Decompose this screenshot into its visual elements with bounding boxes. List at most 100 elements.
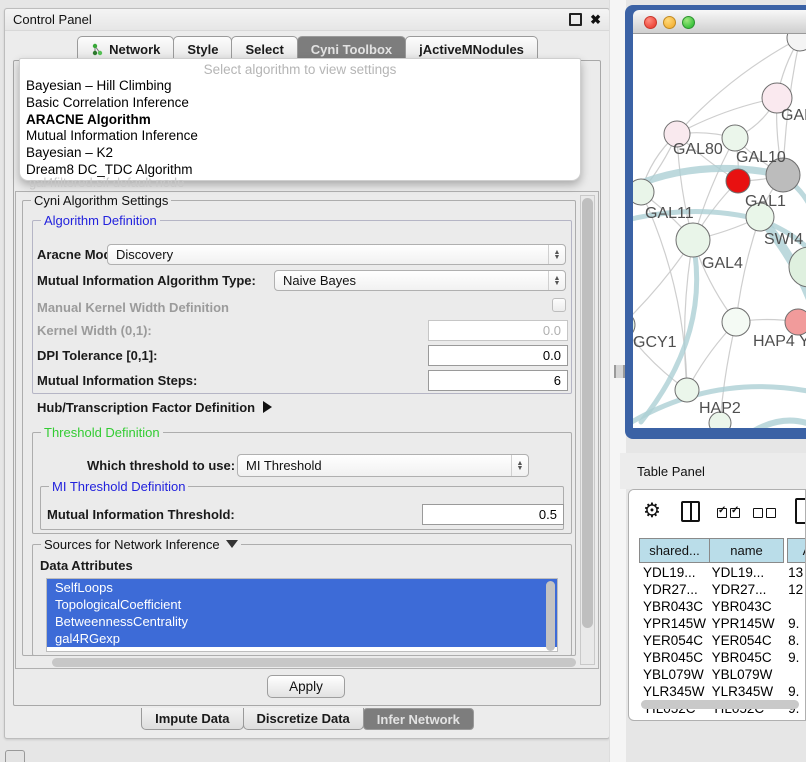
mi-type-label: Mutual Information Algorithm Type:	[37, 273, 256, 288]
tab-label: Network	[109, 42, 160, 57]
table-cell: YER054C	[639, 633, 708, 648]
algorithm-dropdown: Select algorithm to view settings Bayesi…	[19, 58, 581, 181]
apply-button[interactable]: Apply	[267, 675, 345, 698]
table-row[interactable]: YBL079WYBL079W	[639, 666, 806, 683]
mi-threshold-field[interactable]: 0.5	[422, 504, 564, 525]
table-cell: YPR145W	[708, 616, 781, 631]
network-node[interactable]	[675, 378, 699, 402]
table-row[interactable]: YER054CYER054C8.	[639, 632, 806, 649]
sources-group-title[interactable]: Sources for Network Inference	[41, 537, 241, 552]
algorithm-option[interactable]: Basic Correlation Inference	[20, 95, 580, 112]
column-header[interactable]: shared...	[639, 538, 710, 563]
algorithm-option[interactable]: ARACNE Algorithm	[20, 112, 580, 129]
table-cell: 13	[780, 565, 806, 580]
column-header[interactable]: A	[787, 538, 806, 563]
chevron-right-icon	[263, 401, 272, 413]
mi-steps-field[interactable]: 6	[428, 370, 568, 391]
network-node[interactable]	[676, 223, 710, 257]
splitter-grip-icon[interactable]	[614, 365, 625, 378]
network-node[interactable]	[787, 34, 806, 51]
algorithm-option[interactable]: Mutual Information Inference	[20, 128, 580, 145]
checked-box-icon	[717, 508, 727, 518]
table-row[interactable]: YBR043CYBR043C	[639, 598, 806, 615]
desktop: Control Panel ✖ Network Style Select Cyn…	[0, 0, 806, 762]
table-horizontal-scrollbar[interactable]	[641, 700, 799, 709]
node-label: HAP2	[699, 400, 741, 417]
dpi-tolerance-label: DPI Tolerance [0,1]:	[37, 348, 157, 363]
show-columns-icon[interactable]	[717, 508, 740, 518]
export-table-icon[interactable]	[795, 498, 806, 524]
minimize-traffic-icon[interactable]	[663, 16, 676, 29]
bottom-left-dock-icon[interactable]	[5, 750, 25, 762]
attribute-item-selected[interactable]: gal4RGexp	[47, 630, 557, 647]
attribute-item-selected[interactable]: SelfLoops	[47, 579, 557, 596]
panel-splitter[interactable]	[609, 0, 626, 762]
table-cell: YBR043C	[639, 599, 708, 614]
column-header[interactable]: name	[709, 538, 784, 563]
data-attributes-list[interactable]: SelfLoopsTopologicalCoefficientBetweenne…	[46, 578, 558, 652]
which-threshold-combo[interactable]: MI Threshold ▲▼	[237, 454, 529, 477]
algorithm-option[interactable]: Dream8 DC_TDC Algorithm	[20, 162, 580, 179]
network-canvas[interactable]: GAL7GAL80GAL10GAL1GAL11SWI4GAL4GCY1HAP4Y…	[633, 34, 806, 428]
attribute-item-selected[interactable]: BetweennessCentrality	[47, 613, 557, 630]
close-traffic-icon[interactable]	[644, 16, 657, 29]
table-panel: ⚙ shared...nameA YDL19...YDL19...13YDR27…	[628, 489, 806, 721]
table-row[interactable]: YPR145WYPR145W9.	[639, 615, 806, 632]
table-cell: YER054C	[708, 633, 781, 648]
which-threshold-label: Which threshold to use:	[87, 458, 235, 473]
hide-columns-icon[interactable]	[753, 508, 776, 518]
manual-kernel-checkbox[interactable]	[552, 298, 566, 312]
gear-icon[interactable]: ⚙	[643, 501, 661, 521]
network-node[interactable]	[722, 125, 748, 151]
network-window: GAL7GAL80GAL10GAL1GAL11SWI4GAL4GCY1HAP4Y…	[625, 5, 806, 439]
float-window-icon[interactable]	[569, 13, 582, 26]
algorithm-option[interactable]: Bayesian – Hill Climbing	[20, 78, 580, 95]
combo-arrows-icon: ▲▼	[511, 455, 528, 476]
network-node[interactable]	[633, 179, 654, 205]
algorithm-option[interactable]: Bayesian – K2	[20, 145, 580, 162]
node-label: Y	[799, 333, 806, 350]
group-title: MI Threshold Definition	[49, 479, 188, 494]
node-label: HAP4	[753, 333, 795, 350]
table-cell: 8.	[780, 633, 806, 648]
zoom-traffic-icon[interactable]	[682, 16, 695, 29]
columns-icon[interactable]	[681, 501, 700, 522]
tab-label: Select	[245, 42, 283, 57]
tab-impute-data[interactable]: Impute Data	[141, 708, 243, 730]
network-node[interactable]	[785, 309, 806, 335]
node-label: GAL11	[645, 205, 694, 222]
mi-type-value: Naive Bayes	[283, 273, 356, 288]
network-edge-thick[interactable]	[749, 421, 806, 428]
scrollbar-thumb[interactable]	[582, 198, 593, 628]
dpi-tolerance-field[interactable]: 0.0	[428, 345, 568, 366]
tab-discretize-data[interactable]: Discretize Data	[243, 708, 364, 730]
table-row[interactable]: YDR27...YDR27...12	[639, 581, 806, 598]
node-label: GAL4	[702, 255, 743, 272]
network-node[interactable]	[726, 169, 750, 193]
horizontal-scrollbar[interactable]	[52, 658, 576, 667]
combo-arrows-icon: ▲▼	[548, 245, 565, 264]
table-cell: YDR27...	[639, 582, 708, 597]
network-node[interactable]	[722, 308, 750, 336]
table-panel-title: Table Panel	[637, 464, 705, 479]
table-cell: 9.	[780, 650, 806, 665]
table-cell: YBR043C	[708, 599, 781, 614]
network-window-titlebar[interactable]	[633, 10, 806, 34]
tab-infer-network[interactable]: Infer Network	[363, 708, 474, 730]
mi-type-combo[interactable]: Naive Bayes ▲▼	[274, 270, 566, 291]
list-scrollbar[interactable]	[546, 581, 555, 651]
vertical-scrollbar[interactable]	[580, 195, 595, 665]
attribute-item-selected[interactable]: TopologicalCoefficient	[47, 596, 557, 613]
mi-threshold-value: 0.5	[539, 507, 557, 522]
data-attributes-label: Data Attributes	[40, 558, 133, 573]
table-row[interactable]: YLR345WYLR345W9.	[639, 683, 806, 700]
node-label: GCY1	[633, 334, 677, 351]
table-header: shared...nameA	[639, 538, 806, 563]
mi-steps-value: 6	[554, 373, 561, 388]
close-icon[interactable]: ✖	[590, 15, 601, 25]
aracne-mode-combo[interactable]: Discovery ▲▼	[107, 244, 566, 265]
mi-threshold-label: Mutual Information Threshold:	[47, 507, 235, 522]
table-row[interactable]: YDL19...YDL19...13	[639, 564, 806, 581]
hub-section-toggle[interactable]: Hub/Transcription Factor Definition	[37, 400, 272, 415]
table-row[interactable]: YBR045CYBR045C9.	[639, 649, 806, 666]
